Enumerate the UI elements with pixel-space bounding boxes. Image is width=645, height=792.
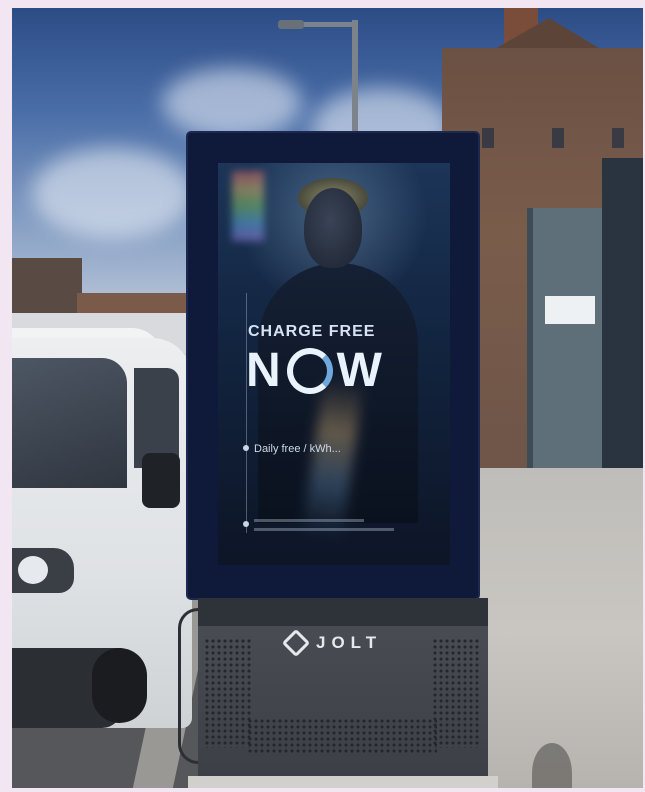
- headline-now: N W: [246, 343, 446, 398]
- street-lamp-pole: [352, 20, 358, 150]
- person-head: [304, 188, 362, 268]
- headline-now-n: N: [246, 344, 283, 397]
- screen-fine-print: [254, 519, 404, 537]
- left-building: [12, 258, 82, 318]
- headline-line-1: CHARGE FREE: [248, 323, 376, 340]
- glare-rainbow: [232, 171, 264, 241]
- cloud: [162, 68, 302, 138]
- shop-dark-facade: [602, 158, 643, 508]
- window: [482, 128, 494, 148]
- van-windshield: [12, 358, 127, 488]
- shop-sign: [545, 296, 595, 324]
- headline-now-w: W: [336, 344, 384, 397]
- timeline-dot: [243, 521, 249, 527]
- vent-grille-left: [204, 638, 252, 748]
- brand-name: JOLT: [316, 633, 383, 652]
- kiosk-plinth: [188, 776, 498, 788]
- street-photo: CHARGE FREE N W Daily free / kWh... JOLT: [12, 8, 643, 788]
- screen-timeline: [246, 293, 247, 533]
- vent-grille-bottom: [247, 718, 437, 753]
- vent-grille-right: [432, 638, 480, 748]
- swirl-o-icon: [286, 347, 333, 394]
- street-lamp-head: [278, 20, 304, 29]
- fine-print-line: [254, 519, 364, 522]
- cloud: [32, 148, 192, 238]
- timeline-dot: [243, 445, 249, 451]
- van-wheel: [92, 648, 147, 723]
- kiosk-base-band: [198, 598, 488, 626]
- brand-logo: JOLT: [281, 628, 406, 658]
- advert-screen: CHARGE FREE N W Daily free / kWh...: [218, 163, 450, 565]
- van-headlight-lens: [18, 556, 48, 584]
- screen-tagline: Daily free / kWh...: [254, 443, 341, 455]
- fine-print-line: [254, 528, 394, 531]
- van-mirror: [142, 453, 180, 508]
- window: [612, 128, 624, 148]
- window: [552, 128, 564, 148]
- jolt-logo-icon: [281, 628, 311, 658]
